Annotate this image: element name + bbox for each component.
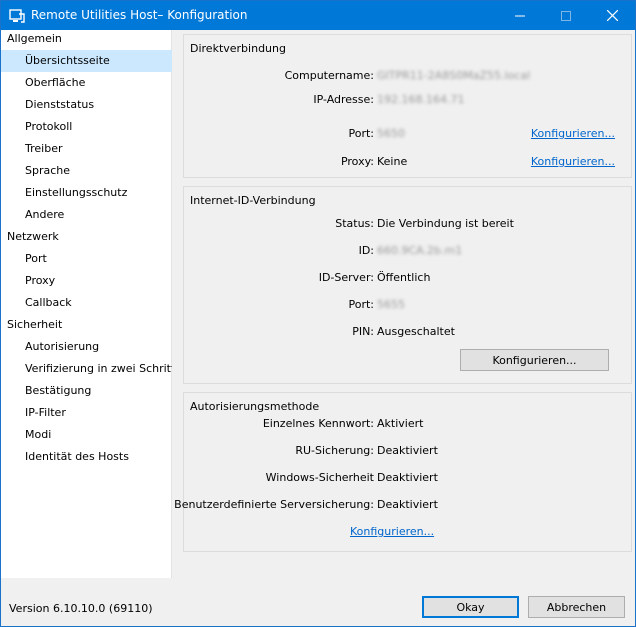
id-server-value: Öffentlich bbox=[377, 271, 431, 284]
authorization-method-section: Autorisierungsmethode Einzelnes Kennwort… bbox=[174, 392, 632, 552]
configure-authorization-link[interactable]: Konfigurieren... bbox=[350, 525, 434, 538]
ru-security-label: RU-Sicherung: bbox=[295, 444, 374, 457]
sidebar-group-sicherheit[interactable]: Sicherheit bbox=[1, 314, 177, 336]
sidebar-group-netzwerk[interactable]: Netzwerk bbox=[1, 226, 177, 248]
windows-security-value: Deaktiviert bbox=[377, 471, 438, 484]
configure-proxy-link[interactable]: Konfigurieren... bbox=[531, 155, 615, 168]
port-label: Port: bbox=[348, 298, 374, 311]
ip-address-value: 192.168.164.71 bbox=[377, 93, 465, 106]
sidebar-item-treiber[interactable]: Treiber bbox=[1, 138, 195, 160]
sidebar-item-andere[interactable]: Andere bbox=[1, 204, 195, 226]
sidebar-item-identitaet[interactable]: Identität des Hosts bbox=[1, 446, 195, 468]
windows-security-label: Windows-Sicherheit bbox=[265, 471, 374, 484]
port-value: 5650 bbox=[377, 127, 405, 140]
pin-value: Ausgeschaltet bbox=[377, 325, 455, 338]
title-bar: Remote Utilities Host– Konfiguration bbox=[1, 1, 635, 30]
sidebar-item-einstellungsschutz[interactable]: Einstellungsschutz bbox=[1, 182, 195, 204]
id-server-label: ID-Server: bbox=[318, 271, 374, 284]
section-title: Autorisierungsmethode bbox=[190, 400, 320, 413]
cancel-button[interactable]: Abbrechen bbox=[528, 596, 625, 618]
computername-label: Computername: bbox=[284, 69, 374, 82]
sidebar-item-autorisierung[interactable]: Autorisierung bbox=[1, 336, 195, 358]
single-password-label: Einzelnes Kennwort: bbox=[262, 417, 374, 430]
version-text: Version 6.10.10.0 (69110) bbox=[9, 602, 153, 615]
sidebar-item-sprache[interactable]: Sprache bbox=[1, 160, 195, 182]
status-value: Die Verbindung ist bereit bbox=[377, 217, 514, 230]
internet-id-section: Internet-ID-Verbindung Status: Die Verbi… bbox=[183, 186, 632, 384]
ip-address-label: IP-Adresse: bbox=[313, 93, 374, 106]
id-label: ID: bbox=[358, 244, 374, 257]
proxy-label: Proxy: bbox=[340, 155, 374, 168]
window-title: Remote Utilities Host– Konfiguration bbox=[31, 8, 248, 22]
ru-security-value: Deaktiviert bbox=[377, 444, 438, 457]
section-title: Internet-ID-Verbindung bbox=[190, 194, 316, 207]
proxy-value: Keine bbox=[377, 155, 408, 168]
minimize-icon bbox=[515, 15, 525, 16]
port-value: 5655 bbox=[377, 298, 405, 311]
close-button[interactable] bbox=[589, 1, 635, 30]
section-title: Direktverbindung bbox=[190, 42, 286, 55]
remote-utilities-icon bbox=[9, 8, 25, 24]
sidebar-item-dienststatus[interactable]: Dienststatus bbox=[1, 94, 195, 116]
sidebar-item-verifizierung[interactable]: Verifizierung in zwei Schritten bbox=[1, 358, 195, 380]
configuration-window: Remote Utilities Host– Konfiguration All… bbox=[0, 0, 636, 627]
computername-value: GITPR11-2A8S0MaZ55.local bbox=[377, 69, 531, 82]
sidebar-item-ip-filter[interactable]: IP-Filter bbox=[1, 402, 195, 424]
sidebar-item-bestaetigung[interactable]: Bestätigung bbox=[1, 380, 195, 402]
direct-connection-section: Direktverbindung Computername: GITPR11-2… bbox=[183, 34, 632, 178]
pin-label: PIN: bbox=[352, 325, 374, 338]
maximize-icon bbox=[561, 10, 571, 21]
close-icon bbox=[606, 10, 618, 21]
sidebar-item-callback[interactable]: Callback bbox=[1, 292, 195, 314]
sidebar-item-oberflaeche[interactable]: Oberfläche bbox=[1, 72, 195, 94]
content-panel: Direktverbindung Computername: GITPR11-2… bbox=[172, 30, 635, 578]
port-label: Port: bbox=[348, 127, 374, 140]
id-value: 660.9CA.2b.m1 bbox=[377, 244, 463, 257]
sidebar-group-allgemein[interactable]: Allgemein bbox=[1, 28, 177, 50]
maximize-button[interactable] bbox=[543, 1, 589, 30]
ok-button[interactable]: Okay bbox=[422, 596, 519, 618]
sidebar-item-proxy[interactable]: Proxy bbox=[1, 270, 195, 292]
single-password-value: Aktiviert bbox=[377, 417, 424, 430]
sidebar-item-modi[interactable]: Modi bbox=[1, 424, 195, 446]
sidebar-item-port[interactable]: Port bbox=[1, 248, 195, 270]
status-label: Status: bbox=[335, 217, 374, 230]
custom-server-security-value: Deaktiviert bbox=[377, 498, 438, 511]
configure-internet-id-button[interactable]: Konfigurieren... bbox=[460, 349, 609, 371]
sidebar-nav: Allgemein Übersichtsseite Oberfläche Die… bbox=[1, 30, 195, 578]
footer: Version 6.10.10.0 (69110) Okay Abbrechen bbox=[1, 578, 635, 626]
sidebar-item-uebersichtsseite[interactable]: Übersichtsseite bbox=[1, 50, 195, 72]
sidebar-item-protokoll[interactable]: Protokoll bbox=[1, 116, 195, 138]
minimize-button[interactable] bbox=[497, 1, 543, 30]
custom-server-security-label: Benutzerdefinierte Serversicherung: bbox=[174, 498, 374, 511]
configure-port-link[interactable]: Konfigurieren... bbox=[531, 127, 615, 140]
